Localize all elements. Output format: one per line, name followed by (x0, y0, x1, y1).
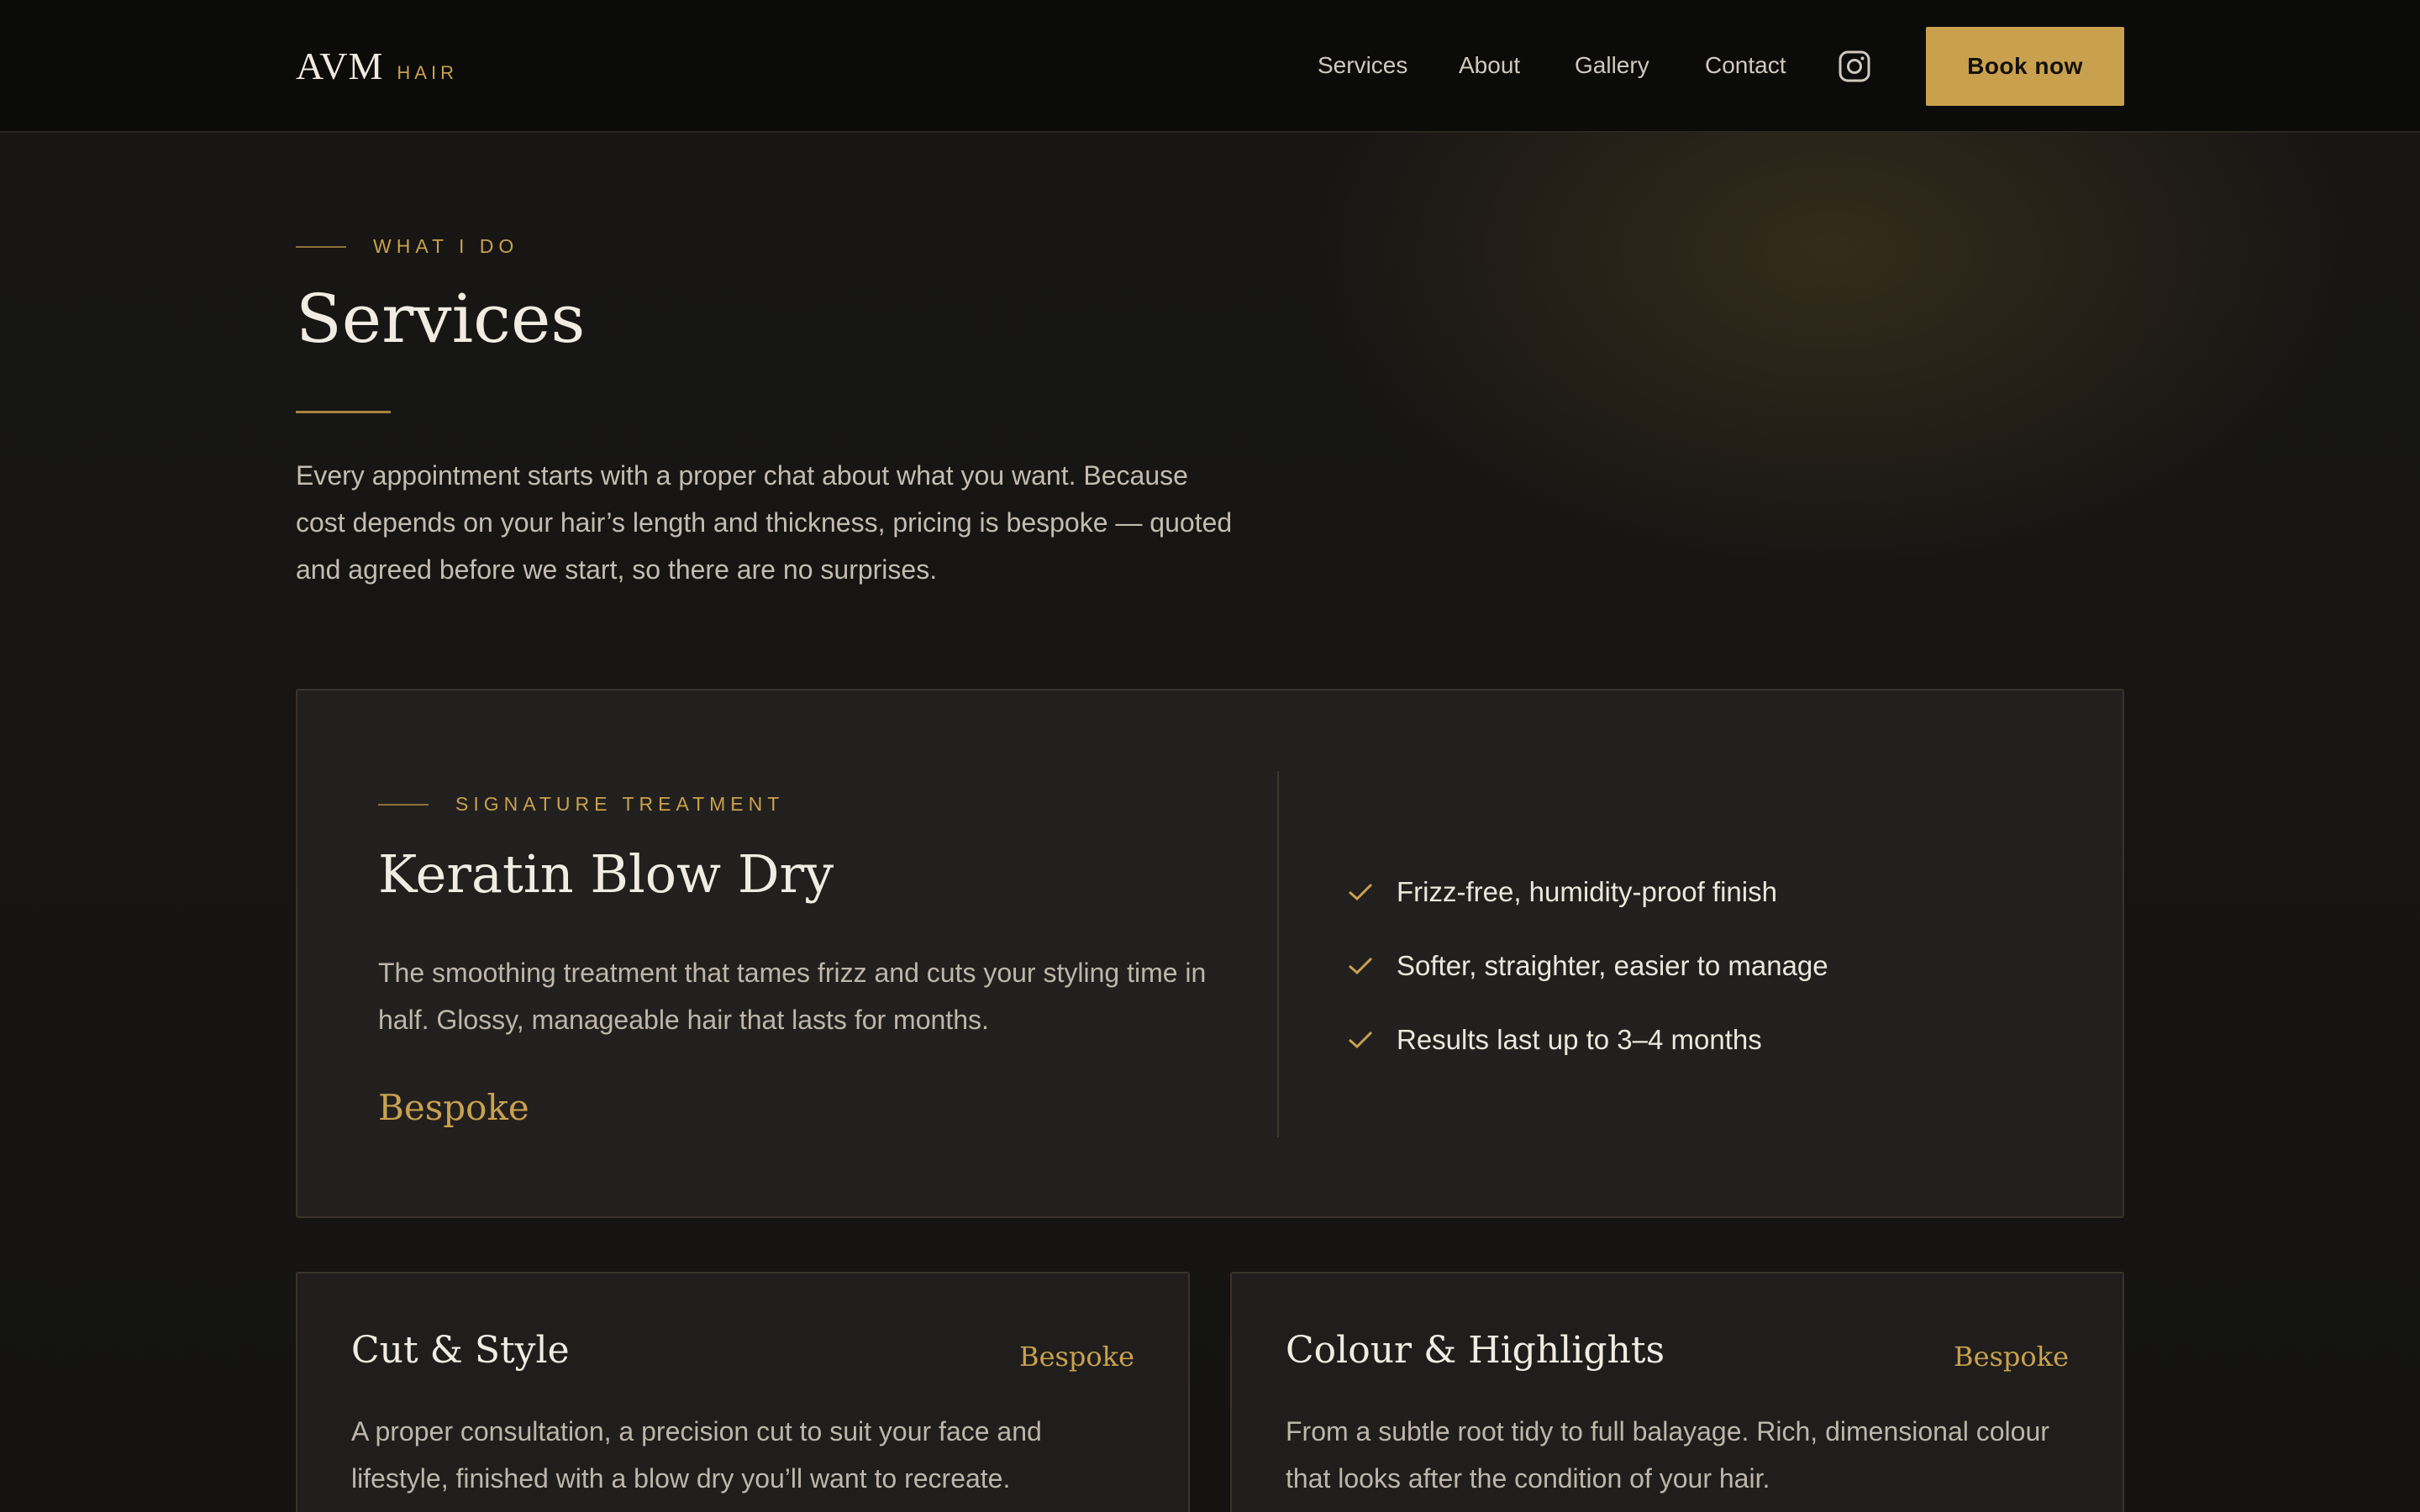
service-description: A proper consultation, a precision cut t… (351, 1416, 1042, 1494)
benefit-item: Frizz-free, humidity-proof finish (1348, 855, 1828, 929)
benefit-text: Results last up to 3–4 months (1397, 1024, 1762, 1055)
card-divider (1277, 771, 1279, 1137)
eyebrow-rule (296, 245, 346, 248)
eyebrow-rule (378, 803, 429, 806)
signature-treatment-card: SIGNATURE TREATMENT Keratin Blow Dry The… (296, 689, 2124, 1218)
signature-price: Bespoke (378, 1087, 529, 1128)
check-icon (1349, 883, 1373, 901)
nav-link-about[interactable]: About (1459, 52, 1520, 79)
service-title: Cut & Style (351, 1329, 570, 1372)
benefit-text: Softer, straighter, easier to manage (1397, 950, 1828, 981)
eyebrow-label: WHAT I DO (373, 235, 519, 257)
service-card-colour-highlights: Colour & Highlights Bespoke From a subtl… (1230, 1272, 2124, 1512)
benefit-item: Results last up to 3–4 months (1348, 1003, 1828, 1077)
logo-subtitle: HAIR (397, 62, 458, 83)
signature-description: The smoothing treatment that tames frizz… (378, 958, 1207, 1035)
site-header: AVM HAIR Services About Gallery Contact … (0, 0, 2420, 133)
service-card-cut-style: Cut & Style Bespoke A proper consultatio… (296, 1272, 1190, 1512)
benefits-list: Frizz-free, humidity-proof finish Softer… (1348, 855, 1828, 1077)
book-now-button[interactable]: Book now (1926, 27, 2124, 106)
signature-title: Keratin Blow Dry (378, 843, 834, 905)
signature-eyebrow: SIGNATURE TREATMENT (378, 793, 784, 816)
instagram-icon[interactable] (1839, 50, 1870, 82)
eyebrow-label: SIGNATURE TREATMENT (455, 793, 785, 815)
nav-link-services[interactable]: Services (1318, 52, 1407, 79)
nav-link-gallery[interactable]: Gallery (1575, 52, 1649, 79)
service-title: Colour & Highlights (1286, 1329, 1665, 1372)
service-description: From a subtle root tidy to full balayage… (1286, 1416, 2049, 1494)
intro-text: Every appointment starts with a proper c… (296, 460, 1233, 585)
logo-wordmark: AVM (296, 45, 384, 87)
site-logo[interactable]: AVM HAIR (296, 44, 458, 88)
check-icon (1349, 1031, 1373, 1049)
section-eyebrow: WHAT I DO (296, 235, 518, 258)
nav-link-contact[interactable]: Contact (1705, 52, 1786, 79)
check-icon (1349, 957, 1373, 975)
service-price: Bespoke (1954, 1341, 2069, 1373)
service-price: Bespoke (1019, 1341, 1134, 1373)
benefit-text: Frizz-free, humidity-proof finish (1397, 876, 1777, 907)
benefit-item: Softer, straighter, easier to manage (1348, 929, 1828, 1003)
page-title: Services (296, 280, 586, 358)
title-underline (296, 411, 391, 413)
